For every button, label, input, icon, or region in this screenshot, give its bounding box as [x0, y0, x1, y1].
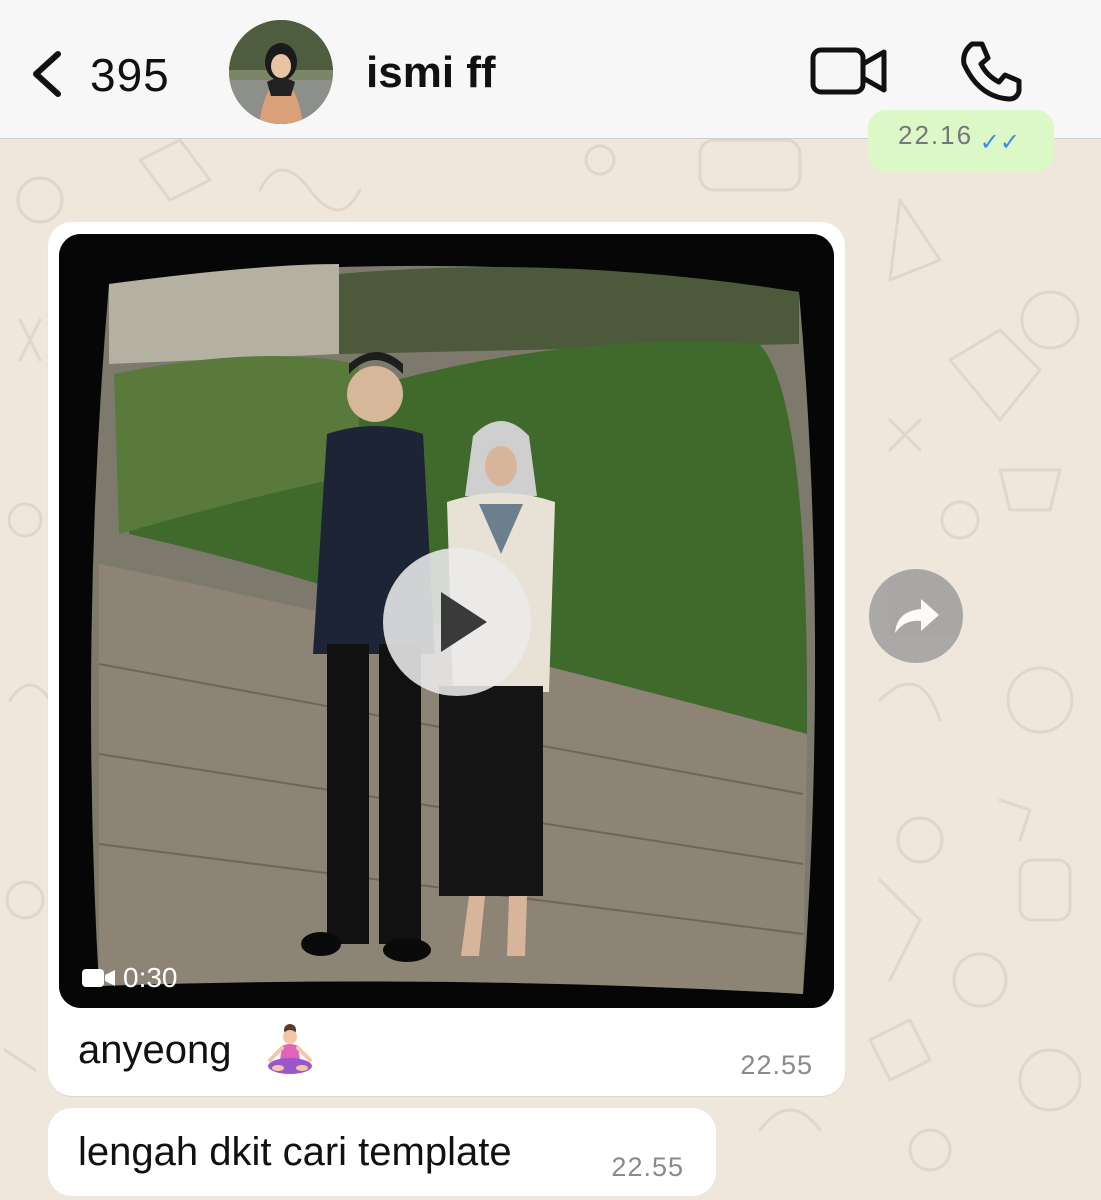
contact-avatar[interactable] [229, 20, 333, 124]
video-caption: anyeong [78, 1028, 232, 1072]
message-text: lengah dkit cari template [78, 1130, 512, 1174]
forward-arrow-icon [895, 599, 939, 633]
play-icon [441, 592, 487, 652]
message-time: 22.16 [898, 120, 974, 150]
read-double-check-icon: ✓✓ [979, 129, 1020, 156]
forward-button[interactable] [869, 569, 963, 663]
play-button[interactable] [383, 548, 531, 696]
incoming-video-message[interactable]: 0:30 anyeong 22.55 [48, 222, 845, 1096]
video-camera-icon[interactable] [810, 42, 888, 100]
avatar-image [229, 20, 333, 124]
video-thumbnail[interactable]: 0:30 [59, 234, 834, 1008]
message-time: 22.55 [740, 1050, 813, 1080]
chevron-left-icon[interactable] [22, 44, 82, 104]
message-time: 22.55 [611, 1152, 684, 1182]
video-camera-small-icon [82, 969, 115, 987]
contact-name[interactable]: ismi ff [366, 48, 496, 98]
duration-text: 0:30 [123, 962, 178, 993]
person-in-lotus-position-emoji [268, 1024, 312, 1074]
outgoing-message-bubble[interactable]: 22.16 ✓✓ [868, 110, 1054, 172]
video-duration: 0:30 [81, 962, 178, 994]
phone-icon[interactable] [958, 38, 1022, 102]
incoming-text-message[interactable]: lengah dkit cari template 22.55 [48, 1108, 716, 1196]
back-unread-count[interactable]: 395 [90, 48, 170, 102]
